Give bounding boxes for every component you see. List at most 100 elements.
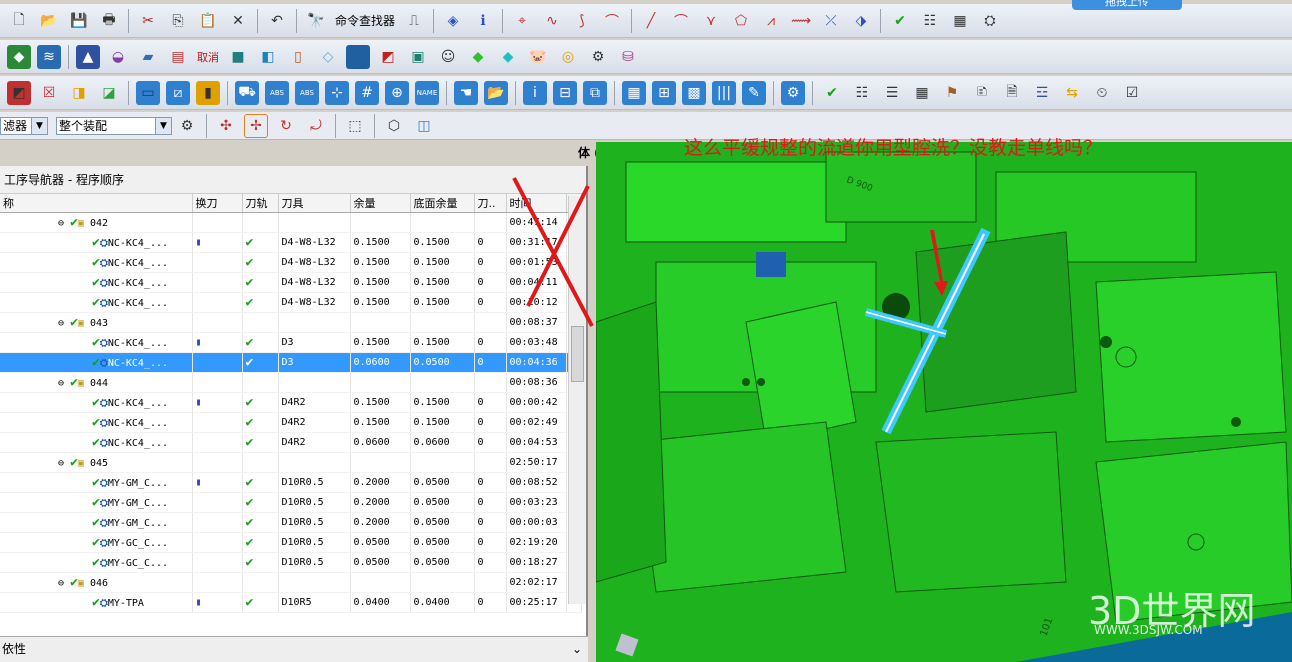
operation-row[interactable]: ✔⛭NC-KC4_... ▮ ✔ D4R2 0.1500 0.1500 0 00:00:42 [0,392,582,413]
surface-icon[interactable]: ▲ [76,44,100,69]
solid-icon[interactable]: ◒ [106,45,130,69]
operation-row[interactable]: ✔⛭NC-KC4_... ✔ D4-W8-L32 0.1500 0.1500 0 00:10… [0,292,582,313]
gear-swap-icon[interactable]: ⚙ [586,45,610,69]
report-icon[interactable]: ☲ [1030,81,1054,105]
row-name-cell[interactable]: ✔⛭MY-GM_C... [0,472,193,493]
row-name-cell[interactable]: ✔⛭NC-KC4_... [0,332,193,353]
blue-block-icon[interactable] [346,44,370,69]
new-file-icon[interactable]: 🗋 [7,9,31,33]
table-grid-icon[interactable]: ▦ [910,81,934,105]
cancel-icon[interactable]: 取消 [196,45,220,69]
program-group-row[interactable]: ⊖ ✔▣ 046 02:02:17 [0,572,582,593]
properties-header[interactable]: 依性 ⌄ [0,636,588,662]
sketch-icon[interactable]: ⎍ [402,9,426,33]
blank-icon[interactable]: ▭ [136,80,160,105]
x-frame-icon[interactable]: ☒ [37,81,61,105]
face-icon[interactable]: ☺ [436,45,460,69]
row-name-cell[interactable]: ✔⛭MY-GM_C... [0,512,193,533]
clock-icon[interactable]: ⏲ [1090,81,1114,105]
command-finder-button[interactable]: 命令查找器 [335,12,395,29]
grid-icon[interactable]: ▩ [682,80,706,105]
abs-icon[interactable]: ABS [265,80,289,105]
table-icon[interactable]: ▦ [948,9,972,33]
program-group-row[interactable]: ⊖ ✔▣ 044 00:08:36 [0,372,582,393]
pen-icon[interactable]: ✎ [742,80,766,105]
operation-row[interactable]: ✔⛭NC-KC4_... ▮ ✔ D4-W8-L32 0.1500 0.1500 0 00:3… [0,232,582,253]
info-i-icon[interactable]: i [523,80,547,105]
info-icon[interactable]: ℹ [471,9,495,33]
diamond-icon[interactable]: ◇ [316,45,340,69]
shading-icon[interactable]: ◨ [67,81,91,105]
cyan-cube-icon[interactable]: ◆ [496,45,520,69]
program-group-row[interactable]: ⊖ ✔▣ 045 02:50:17 [0,452,582,473]
target-icon[interactable]: ◎ [556,45,580,69]
col-name[interactable]: 称 [0,194,193,213]
check-green-icon[interactable]: ✔ [820,81,844,105]
program-group-row[interactable]: ⊖ ✔▣ 043 00:08:37 [0,312,582,333]
chevron-down-icon[interactable]: ▼ [155,117,171,134]
folder-open-icon[interactable]: 📂 [484,80,508,105]
settings-gear-icon[interactable]: ⚙ [781,80,805,105]
color-palette-icon[interactable]: ◩ [7,80,31,105]
col-stock[interactable]: 余量 [350,194,411,213]
line-icon[interactable]: ╱ [639,9,663,33]
offset-curve-icon[interactable]: ⟆ [570,9,594,33]
undo-icon[interactable]: ↶ [265,9,289,33]
upload-button[interactable]: 拖拽上传 [1072,0,1182,10]
row-name-cell[interactable]: ✔⛭NC-KC4_... [0,272,193,293]
operation-row[interactable]: ✔⛭MY-GC_C... ✔ D10R0.5 0.0500 0.0500 0 00:18:2… [0,552,582,573]
row-name-cell[interactable]: ⊖ ✔▣ 045 [0,452,193,473]
print-icon[interactable]: 🖶 [97,9,121,33]
car-icon[interactable]: ⛟ [235,80,259,105]
database-icon[interactable]: ⛁ [616,45,640,69]
extend-icon[interactable]: ⟿ [789,9,813,33]
row-name-cell[interactable]: ✔⛭MY-GC_C... [0,552,193,573]
document-icon[interactable]: 🗎 [1000,81,1024,105]
edit-shading-icon[interactable]: ◪ [97,81,121,105]
pig-icon[interactable]: 🐷 [526,45,550,69]
cube-icon[interactable]: ◧ [256,45,280,69]
transfer-icon[interactable]: ⇆ [1060,81,1084,105]
operation-row[interactable]: ✔⛭MY-TPA ▮ ✔ D10R5 0.0400 0.0400 0 00:25:17 [0,592,582,613]
slash-icon[interactable]: ⧄ [166,80,190,105]
row-name-cell[interactable]: ✔⛭NC-KC4_... [0,412,193,433]
col-changer[interactable]: 换刀 [192,194,243,213]
operation-row[interactable]: ✔⛭MY-GM_C... ✔ D10R0.5 0.2000 0.0500 0 00:03:2… [0,492,582,513]
operation-row[interactable]: ✔⛭NC-KC4_... ✔ D3 0.0600 0.0500 0 00:04:36 [0,352,582,373]
snap-point-active-icon[interactable]: ✢ [244,113,268,138]
cavity-mill-icon[interactable]: ◆ [7,44,31,69]
arc-icon[interactable]: ⌒ [669,9,693,33]
filter-tools-icon[interactable]: ⚙ [175,114,199,138]
grid-snap-icon[interactable]: # [355,80,379,105]
checklist-icon[interactable]: ☑ [1120,81,1144,105]
operation-row[interactable]: ✔⛭MY-GC_C... ✔ D10R0.5 0.0500 0.0500 0 02:19:2… [0,532,582,553]
command-finder-icon[interactable]: 🔭 [304,9,328,33]
operation-row[interactable]: ✔⛭MY-GM_C... ▮ ✔ D10R0.5 0.2000 0.0500 0 00:08:… [0,472,582,493]
row-name-cell[interactable]: ✔⛭MY-TPA [0,592,193,613]
col-path[interactable]: 刀轨 [242,194,279,213]
doc-list-icon[interactable]: ☰ [880,81,904,105]
row-name-cell[interactable]: ✔⛭NC-KC4_... [0,292,193,313]
stack-icon[interactable]: ▤ [166,45,190,69]
join-icon[interactable]: ⬗ [849,9,873,33]
row-name-cell[interactable]: ⊖ ✔▣ 042 [0,212,193,233]
red-green-block-icon[interactable]: ◩ [376,45,400,69]
row-name-cell[interactable]: ✔⛭MY-GC_C... [0,532,193,553]
row-name-cell[interactable]: ✔⛭NC-KC4_... [0,392,193,413]
chevron-down-icon[interactable]: ⌄ [572,637,582,661]
operation-row[interactable]: ✔⛭NC-KC4_... ✔ D4-W8-L32 0.1500 0.1500 0 00:01… [0,252,582,273]
machine-icon[interactable]: ⛭ [978,9,1002,33]
cylinder-icon[interactable]: ▯ [286,45,310,69]
view-cube-icon[interactable]: ◫ [412,114,436,138]
point-icon[interactable]: ⌖ [510,9,534,33]
delete-icon[interactable]: ✕ [226,9,250,33]
layer-copy-icon[interactable]: ⧉ [583,80,607,105]
snap-point-icon[interactable]: ✣ [214,114,238,138]
spline-icon[interactable]: ⋎ [699,9,723,33]
columns-icon[interactable]: ||| [712,80,736,105]
abs2-icon[interactable]: ABS [295,80,319,105]
col-tool-num[interactable]: 刀.. [474,194,507,213]
operation-row[interactable]: ✔⛭MY-GM_C... ✔ D10R0.5 0.2000 0.0500 0 00:00:0… [0,512,582,533]
row-name-cell[interactable]: ✔⛭NC-KC4_... [0,252,193,273]
row-name-cell[interactable]: ✔⛭MY-GM_C... [0,492,193,513]
